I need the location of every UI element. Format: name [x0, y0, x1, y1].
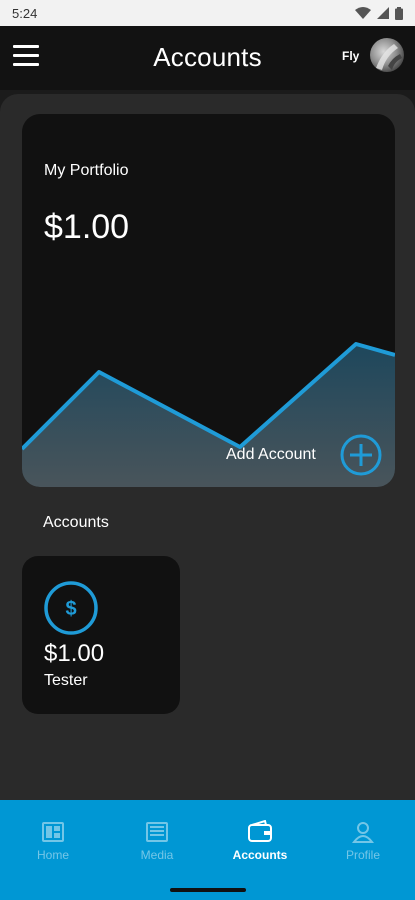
account-tile[interactable]: $ $1.00 Tester — [22, 556, 180, 714]
wallet-icon — [248, 820, 272, 842]
plus-circle-icon[interactable] — [340, 434, 382, 476]
nav-label-home: Home — [36, 848, 69, 862]
accounts-section-heading: Accounts — [43, 514, 109, 531]
portfolio-card: My Portfolio $1.00 Add Account — [22, 114, 395, 487]
avatar-image — [376, 44, 402, 70]
home-indicator — [170, 888, 246, 892]
nav-label-media: Media — [140, 848, 174, 862]
status-bar: 5:24 — [0, 0, 415, 26]
nav-item-accounts[interactable]: Accounts — [208, 814, 312, 864]
portfolio-value: $1.00 — [44, 208, 130, 246]
add-account-label[interactable]: Add Account — [226, 446, 316, 464]
status-time: 5:24 — [12, 5, 38, 21]
account-value: $1.00 — [44, 640, 105, 667]
profile-icon — [351, 822, 375, 843]
account-name: Tester — [44, 672, 88, 689]
status-icons — [355, 6, 403, 20]
nav-label-profile: Profile — [345, 848, 380, 862]
home-icon — [42, 822, 64, 842]
signal-icon — [377, 7, 389, 19]
nav-item-media[interactable]: Media — [105, 814, 209, 864]
portfolio-label: My Portfolio — [44, 162, 129, 179]
media-icon — [146, 822, 168, 842]
user-name: Fly — [342, 49, 360, 63]
nav-item-home[interactable]: Home — [1, 814, 105, 864]
nav-label-accounts: Accounts — [232, 848, 288, 862]
bottom-nav: Home Media Accounts Profile — [0, 800, 415, 900]
avatar[interactable] — [370, 38, 404, 72]
battery-icon — [395, 6, 403, 20]
app-header: Accounts Fly — [0, 26, 415, 90]
nav-item-profile[interactable]: Profile — [311, 814, 415, 864]
wifi-icon — [355, 7, 371, 19]
main-panel: My Portfolio $1.00 Add Account Accounts … — [0, 94, 415, 800]
dollar-circle-icon: $ — [44, 581, 98, 635]
svg-text:$: $ — [65, 598, 76, 620]
